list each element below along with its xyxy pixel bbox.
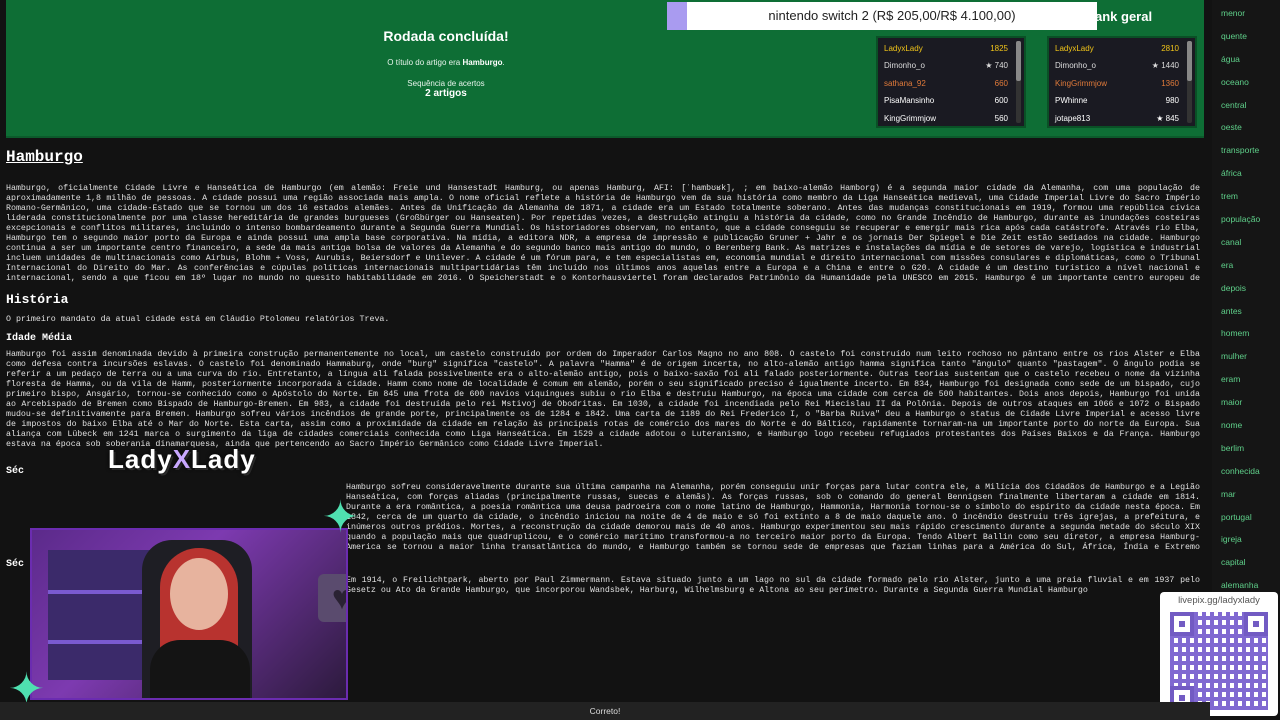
guessed-word: depois — [1221, 282, 1247, 293]
donation-goal-alert: nintendo switch 2 (R$ 205,00/R$ 4.100,00… — [667, 2, 1097, 30]
ranking-row: PWhinne 980 — [1055, 92, 1179, 109]
guessed-word: água — [1221, 53, 1240, 64]
ranking-player-score: 1825 — [990, 44, 1008, 53]
star-icon: ★ — [985, 61, 995, 71]
revealed-article-name: Hamburgo — [462, 58, 503, 67]
guessed-words-list: menor quente água oceano central oeste transpo… — [1212, 0, 1280, 592]
guessed-word: eram — [1221, 374, 1241, 385]
ranking-player-score: 600 — [994, 96, 1008, 106]
guessed-word: trem — [1221, 191, 1238, 202]
ranking-player-score: ★ 740 — [985, 61, 1008, 71]
guessed-word: maior — [1221, 397, 1243, 408]
streak-value: 2 artigos — [425, 88, 467, 99]
webcam-face — [170, 558, 228, 630]
round-complete-title: Rodada concluída! — [383, 28, 509, 44]
article-title: Hamburgo — [6, 148, 83, 166]
ranking-player-score: ★ 1440 — [1151, 61, 1179, 71]
star-icon: ★ — [1156, 113, 1166, 123]
heart-icon: ♥ — [318, 574, 346, 622]
ranking-player-score: 660 — [994, 78, 1008, 88]
article-reveal: O título do artigo era Hamburgo. — [387, 58, 505, 67]
general-ranking-list[interactable]: LadyxLady 2810 Dimonho_o ★ 1440 KingGrimmjow… — [1047, 36, 1197, 128]
livepix-url: livepix.gg/ladyxlady — [1178, 595, 1260, 606]
ranking-row: LadyxLady 2810 — [1055, 40, 1179, 57]
ranking-row: PisaMansinho 600 — [884, 92, 1008, 109]
guessed-word: menor — [1221, 8, 1246, 18]
ranking-row: sathana_92 660 — [884, 75, 1008, 92]
guessed-word: áfrica — [1221, 168, 1242, 179]
ranking-player-score: 560 — [994, 113, 1008, 123]
article-intro: Hamburgo, oficialmente Cidade Livre e Ha… — [6, 184, 1200, 283]
livepix-qr-panel: livepix.gg/ladyxlady — [1160, 592, 1278, 716]
guessed-word: canal — [1221, 236, 1242, 247]
ranking-player-score: ★ 845 — [1156, 113, 1179, 123]
ranking-player-name: Dimonho_o — [884, 61, 925, 71]
ranking-row: jotape813 ★ 845 — [1055, 110, 1179, 127]
guess-status: Correto! — [0, 702, 1210, 720]
guessed-word: mar — [1221, 488, 1236, 499]
sparkle-icon: ✦ — [322, 493, 359, 542]
ranking-row: Dimonho_o ★ 740 — [884, 57, 1008, 74]
guessed-word: mulher — [1221, 351, 1247, 362]
guessed-word: quente — [1221, 30, 1247, 41]
general-ranking-title: ank geral — [1095, 9, 1153, 24]
guessed-word: era — [1221, 259, 1234, 270]
round-ranking-list[interactable]: LadyxLady 1825 Dimonho_o ★ 740 sathana_92 660… — [876, 36, 1026, 128]
guessed-word: população — [1221, 214, 1261, 225]
ranking-player-name: KingGrimmjow — [884, 113, 937, 123]
ranking-player-name: PWhinne — [1055, 96, 1088, 106]
section-heading-middle-ages: Idade Média — [6, 333, 73, 344]
guessed-word: berlim — [1221, 442, 1245, 453]
ranking-player-name: LadyxLady — [884, 44, 923, 53]
guessed-word: conhecida — [1221, 465, 1260, 476]
ranking-player-name: PisaMansinho — [884, 96, 935, 106]
ranking-player-score: 2810 — [1161, 44, 1179, 53]
star-icon: ★ — [1151, 61, 1162, 71]
stream-logo: LadyXLady — [108, 444, 256, 474]
ranking-row: KingGrimmjow 1360 — [1055, 75, 1179, 92]
ranking-player-name: Dimonho_o — [1055, 61, 1096, 71]
ranking-player-name: jotape813 — [1055, 113, 1091, 123]
guessed-word: oceano — [1221, 76, 1249, 87]
section-heading-history: História — [6, 292, 69, 307]
round-summary: Rodada concluída! O título do artigo era… — [306, 28, 586, 99]
middle-ages-text: Hamburgo foi assim denominada devido à p… — [6, 350, 1200, 449]
guessed-word: transporte — [1221, 145, 1260, 156]
guessed-word: nome — [1221, 420, 1243, 431]
streak-label: Sequência de acertos — [407, 79, 485, 88]
ranking-player-name: LadyxLady — [1055, 44, 1094, 53]
ranking-player-score: 1360 — [1161, 78, 1179, 88]
ranking-row: Dimonho_o ★ 1440 — [1055, 57, 1179, 74]
ranking-scrollbar[interactable] — [1187, 41, 1192, 123]
ranking-scrollbar[interactable] — [1016, 41, 1021, 123]
ranking-player-score: 980 — [1165, 96, 1179, 106]
guessed-word: central — [1221, 99, 1247, 110]
guessed-word: homem — [1221, 328, 1250, 339]
webcam-overlay: ♥ — [30, 528, 348, 700]
guessed-word: igreja — [1221, 534, 1242, 545]
ranking-player-name: sathana_92 — [884, 78, 926, 88]
guessed-word: antes — [1221, 305, 1242, 316]
webcam-body — [150, 640, 250, 698]
guessed-word: portugal — [1221, 511, 1252, 522]
history-text: O primeiro mandato da atual cidade está … — [6, 315, 390, 324]
guessed-word: capital — [1221, 557, 1246, 568]
guessed-word: oeste — [1221, 122, 1242, 133]
qr-code-icon — [1170, 612, 1268, 710]
ranking-row: LadyxLady 1825 — [884, 40, 1008, 57]
ranking-player-name: KingGrimmjow — [1055, 78, 1108, 88]
ranking-row: KingGrimmjow 560 — [884, 110, 1008, 127]
